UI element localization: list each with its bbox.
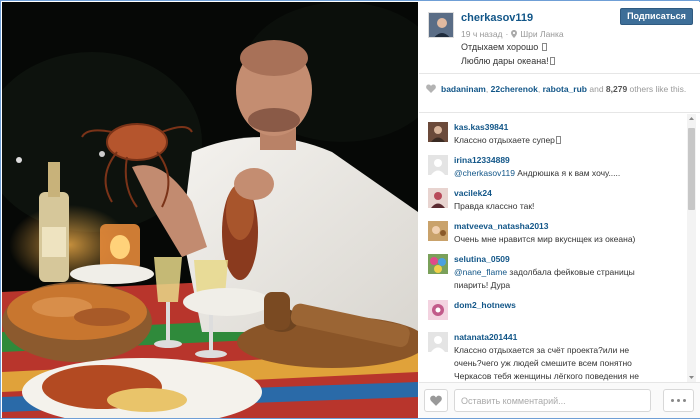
comment-mention[interactable]: @nane_flame	[454, 267, 507, 277]
likes-section: badaninam, 22cherenok, rabota_rub and 8,…	[419, 75, 700, 113]
comment-text: Очень мне нравится мир вкуснщек из океан…	[454, 234, 636, 244]
caption-line-2: Люблю дары океана!	[461, 56, 555, 66]
commenter-username[interactable]: natanata201441	[454, 332, 517, 342]
post-time[interactable]: 19 ч назад	[461, 29, 503, 39]
commenter-username[interactable]: selutina_0509	[454, 254, 510, 264]
commenter-avatar[interactable]	[428, 300, 448, 320]
heart-icon	[430, 395, 442, 406]
emoji-placeholder-icon	[549, 57, 555, 65]
commenter-username[interactable]: matveeva_natasha2013	[454, 221, 549, 231]
liker-link[interactable]: rabota_rub	[543, 84, 587, 94]
commenter-username[interactable]: irina12334889	[454, 155, 510, 165]
like-button[interactable]	[424, 389, 448, 412]
comment-text: Классно отдыхается за счёт проекта?или н…	[454, 345, 630, 355]
comments-list[interactable]: kas.kas39841 Классно отдыхаете супер iri…	[419, 114, 687, 382]
likes-count[interactable]: 8,279	[606, 84, 627, 94]
comment-text-continued: Черкасов тебя женщины лёгкого поведения …	[454, 371, 639, 381]
post-details-panel: cherkasov119 Подписаться 19 ч назад · Шр…	[419, 2, 700, 418]
commenter-avatar[interactable]	[428, 155, 448, 175]
post-header: cherkasov119 Подписаться 19 ч назад · Шр…	[419, 2, 700, 74]
comment-text: Правда классно так!	[454, 201, 535, 211]
meta-separator: ·	[505, 29, 509, 39]
post-photo[interactable]	[2, 2, 418, 418]
comment-mention[interactable]: @cherkasov119	[454, 168, 515, 178]
caption-line-1: Отдыхаем хорошо	[461, 42, 547, 52]
ellipsis-dot	[677, 399, 680, 402]
comments-scrollbar[interactable]	[687, 114, 696, 382]
comment-item: matveeva_natasha2013 Очень мне нравится …	[419, 217, 687, 249]
emoji-placeholder-icon	[541, 43, 547, 51]
more-options-button[interactable]	[663, 389, 694, 412]
scroll-up-arrow-icon[interactable]	[687, 114, 696, 123]
comment-item: selutina_0509 @nane_flame задолбала фейк…	[419, 250, 687, 295]
commenter-username[interactable]: vacilek24	[454, 188, 492, 198]
liker-link[interactable]: 22cherenok	[491, 84, 538, 94]
comment-item: vacilek24 Правда классно так!	[419, 184, 687, 216]
comment-item: kas.kas39841 Классно отдыхаете супер	[419, 118, 687, 150]
likes-summary: badaninam, 22cherenok, rabota_rub and 8,…	[441, 84, 687, 94]
comment-input[interactable]	[454, 389, 651, 412]
ellipsis-icon	[671, 399, 674, 402]
comment-item: natanata201441 Классно отдыхается за счё…	[419, 328, 687, 382]
commenter-avatar[interactable]	[428, 254, 448, 274]
comment-item: dom2_hotnews	[419, 296, 687, 328]
scroll-down-arrow-icon[interactable]	[687, 373, 696, 382]
comment-text-continued: очень?чего уж людей смешите всем понятно	[454, 358, 632, 368]
commenter-avatar[interactable]	[428, 122, 448, 142]
commenter-avatar[interactable]	[428, 188, 448, 208]
comment-text: @nane_flame задолбала фейковые страницы	[454, 267, 635, 277]
post-location[interactable]: Шри Ланка	[520, 29, 563, 39]
comment-text: @cherkasov119 Андрюшка я к вам хочу.....	[454, 168, 621, 178]
location-pin-icon	[511, 30, 518, 38]
follow-button[interactable]: Подписаться	[620, 8, 693, 25]
commenter-username[interactable]: kas.kas39841	[454, 122, 508, 132]
comment-item: irina12334889 @cherkasov119 Андрюшка я к…	[419, 151, 687, 183]
comment-text-continued: пиарить! Дура	[454, 280, 511, 290]
heart-icon	[426, 84, 436, 93]
post-meta: 19 ч назад · Шри Ланка	[461, 29, 564, 39]
author-username[interactable]: cherkasov119	[461, 12, 533, 24]
comment-bar	[419, 382, 700, 418]
author-avatar[interactable]	[428, 12, 454, 38]
ellipsis-dot	[683, 399, 686, 402]
comment-text: Классно отдыхаете супер	[454, 135, 561, 145]
commenter-avatar[interactable]	[428, 332, 448, 352]
emoji-placeholder-icon	[555, 136, 561, 144]
commenter-avatar[interactable]	[428, 221, 448, 241]
window-frame: cherkasov119 Подписаться 19 ч назад · Шр…	[0, 0, 700, 419]
commenter-username[interactable]: dom2_hotnews	[454, 300, 516, 310]
scrollbar-thumb[interactable]	[688, 128, 695, 210]
liker-link[interactable]: badaninam	[441, 84, 486, 94]
